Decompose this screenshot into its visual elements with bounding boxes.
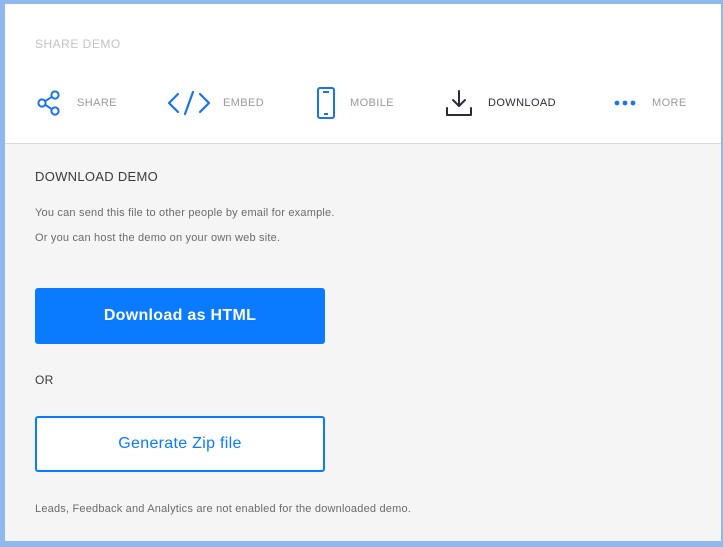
mobile-phone-icon: [316, 87, 336, 119]
or-separator: OR: [35, 373, 54, 387]
modal-header: SHARE DEMO SHARE EMBED MOBILE DOWNLOAD M…: [5, 4, 721, 144]
tab-mobile[interactable]: MOBILE: [316, 86, 394, 120]
tab-download-label: DOWNLOAD: [488, 97, 556, 109]
download-icon: [444, 88, 474, 118]
tab-share[interactable]: SHARE: [35, 86, 117, 120]
share-icon: [35, 89, 63, 117]
modal-title: SHARE DEMO: [35, 37, 121, 51]
download-html-button[interactable]: Download as HTML: [35, 288, 325, 344]
code-icon: [167, 90, 211, 116]
section-title: DOWNLOAD DEMO: [35, 169, 159, 184]
share-demo-modal: SHARE DEMO SHARE EMBED MOBILE DOWNLOAD M…: [5, 4, 721, 541]
tab-embed[interactable]: EMBED: [167, 86, 264, 120]
description-line-2: Or you can host the demo on your own web…: [35, 232, 281, 244]
description-line-1: You can send this file to other people b…: [35, 207, 335, 219]
footnote: Leads, Feedback and Analytics are not en…: [35, 503, 412, 515]
tab-embed-label: EMBED: [223, 97, 265, 109]
more-dots-icon: [614, 100, 636, 106]
tab-more[interactable]: MORE: [614, 86, 687, 120]
tab-download[interactable]: DOWNLOAD: [444, 86, 556, 120]
tab-share-label: SHARE: [77, 97, 117, 109]
tab-more-label: MORE: [652, 97, 687, 109]
generate-zip-button[interactable]: Generate Zip file: [35, 416, 325, 472]
tab-mobile-label: MOBILE: [350, 97, 394, 109]
